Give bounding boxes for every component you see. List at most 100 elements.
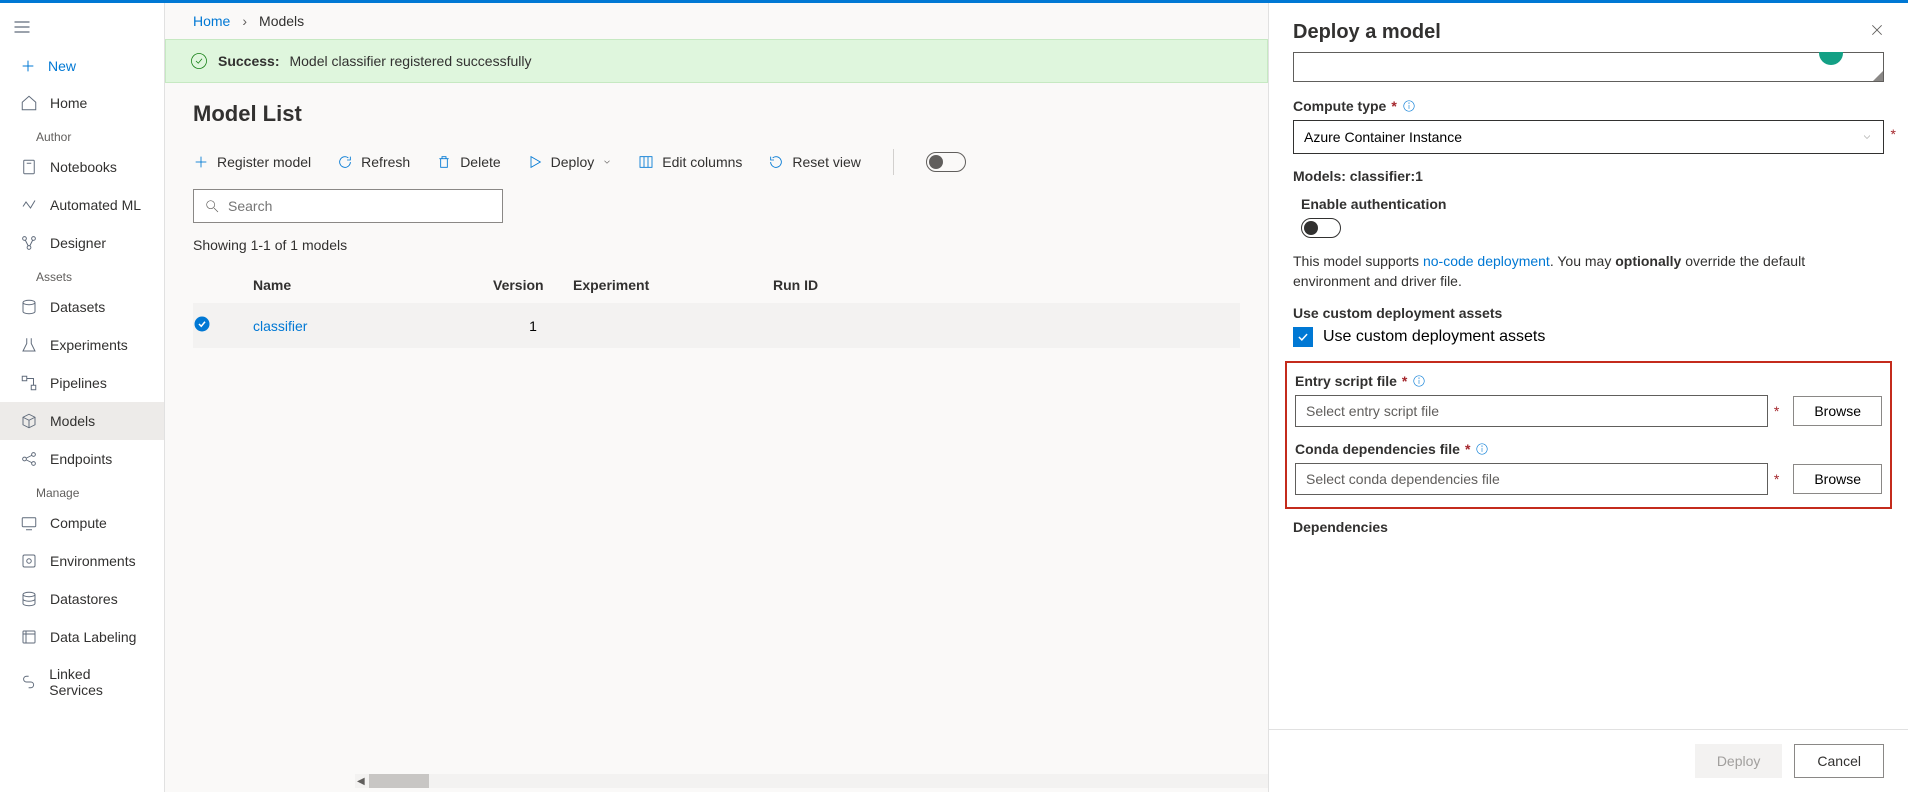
sidebar-item-label: Notebooks (50, 159, 117, 175)
view-toggle[interactable] (926, 152, 966, 172)
tool-label: Refresh (361, 154, 410, 170)
search-input[interactable] (228, 198, 492, 214)
sidebar-item-environments[interactable]: Environments (0, 542, 164, 580)
banner-message: Model classifier registered successfully (289, 53, 531, 69)
browse-conda-button[interactable]: Browse (1793, 464, 1882, 494)
tool-label: Delete (460, 154, 500, 170)
info-icon[interactable] (1402, 99, 1416, 113)
no-code-link[interactable]: no-code deployment (1423, 253, 1550, 269)
banner-label: Success: (218, 53, 279, 69)
col-experiment[interactable]: Experiment (573, 277, 773, 293)
sidebar-item-label: Datastores (50, 591, 118, 607)
compute-type-value: Azure Container Instance (1304, 129, 1462, 145)
required-asterisk: * (1391, 98, 1396, 114)
sidebar-item-label: Data Labeling (50, 629, 136, 645)
sidebar-item-models[interactable]: Models (0, 402, 164, 440)
sidebar-item-automated-ml[interactable]: Automated ML (0, 186, 164, 224)
breadcrumb-current: Models (259, 13, 304, 29)
sidebar-item-compute[interactable]: Compute (0, 504, 164, 542)
enable-auth-toggle[interactable] (1301, 218, 1341, 238)
section-manage: Manage (0, 478, 164, 504)
deploy-submit-button[interactable]: Deploy (1695, 744, 1783, 778)
col-runid[interactable]: Run ID (773, 277, 933, 293)
panel-title: Deploy a model (1293, 21, 1441, 44)
compute-type-label: Compute type (1293, 98, 1386, 114)
success-banner: Success: Model classifier registered suc… (165, 39, 1268, 83)
sidebar-item-label: Datasets (50, 299, 105, 315)
sidebar-item-label: Compute (50, 515, 107, 531)
resize-handle-icon[interactable] (1873, 71, 1883, 81)
breadcrumb: Home › Models (165, 3, 1268, 39)
breadcrumb-home[interactable]: Home (193, 13, 230, 29)
highlighted-section: Entry script file * Select entry script … (1285, 361, 1892, 509)
result-count: Showing 1-1 of 1 models (165, 233, 1268, 267)
sidebar-item-label: Models (50, 413, 95, 429)
row-check-icon[interactable] (193, 315, 253, 336)
sidebar-item-endpoints[interactable]: Endpoints (0, 440, 164, 478)
sidebar-item-home[interactable]: Home (0, 84, 164, 122)
table-row[interactable]: classifier 1 (193, 303, 1240, 348)
sidebar: New Home Author Notebooks Automated ML D… (0, 3, 165, 792)
table-header: Name Version Experiment Run ID (193, 267, 1240, 303)
sidebar-item-label: Pipelines (50, 375, 107, 391)
sidebar-item-pipelines[interactable]: Pipelines (0, 364, 164, 402)
section-author: Author (0, 122, 164, 148)
entry-script-label: Entry script file (1295, 373, 1397, 389)
main-content: Home › Models Success: Model classifier … (165, 3, 1268, 792)
sidebar-item-designer[interactable]: Designer (0, 224, 164, 262)
chevron-down-icon (602, 157, 612, 167)
models-label: Models: classifier:1 (1293, 168, 1423, 184)
info-icon[interactable] (1475, 442, 1489, 456)
tool-label: Reset view (792, 154, 860, 170)
deploy-panel: Deploy a model Compute type * Azure Cont… (1268, 3, 1908, 792)
conda-file-input[interactable]: Select conda dependencies file (1295, 463, 1768, 495)
reset-view-button[interactable]: Reset view (768, 154, 860, 170)
sidebar-item-label: Designer (50, 235, 106, 251)
sidebar-item-label: Home (50, 95, 87, 111)
custom-assets-checkbox[interactable] (1293, 327, 1313, 347)
search-box[interactable] (193, 189, 503, 223)
required-asterisk: * (1465, 441, 1470, 457)
status-badge-icon (1819, 52, 1843, 65)
sidebar-item-label: Experiments (50, 337, 128, 353)
col-version[interactable]: Version (493, 277, 573, 293)
compute-type-select[interactable]: Azure Container Instance (1293, 120, 1884, 154)
model-version: 1 (493, 318, 573, 334)
info-icon[interactable] (1412, 374, 1426, 388)
sidebar-item-experiments[interactable]: Experiments (0, 326, 164, 364)
sidebar-item-notebooks[interactable]: Notebooks (0, 148, 164, 186)
success-icon (190, 52, 208, 70)
required-asterisk: * (1774, 471, 1779, 487)
edit-columns-button[interactable]: Edit columns (638, 154, 742, 170)
sidebar-item-datasets[interactable]: Datasets (0, 288, 164, 326)
deploy-button[interactable]: Deploy (527, 154, 613, 170)
breadcrumb-separator: › (242, 13, 247, 29)
tool-label: Edit columns (662, 154, 742, 170)
sidebar-item-linked-services[interactable]: Linked Services (0, 656, 164, 708)
custom-assets-check-label: Use custom deployment assets (1323, 328, 1545, 346)
page-title: Model List (165, 93, 1268, 141)
horizontal-scrollbar[interactable]: ◀ (355, 774, 1268, 788)
close-button[interactable] (1870, 23, 1884, 42)
toolbar-divider (893, 149, 894, 175)
new-label: New (48, 58, 76, 74)
register-model-button[interactable]: Register model (193, 154, 311, 170)
required-asterisk: * (1402, 373, 1407, 389)
sidebar-item-datastores[interactable]: Datastores (0, 580, 164, 618)
hamburger-menu[interactable] (0, 11, 164, 48)
cancel-button[interactable]: Cancel (1794, 744, 1884, 778)
name-input-area[interactable] (1293, 52, 1884, 82)
delete-button[interactable]: Delete (436, 154, 500, 170)
description-text: This model supports no-code deployment. … (1293, 252, 1884, 291)
refresh-button[interactable]: Refresh (337, 154, 410, 170)
conda-label: Conda dependencies file (1295, 441, 1460, 457)
search-icon (204, 198, 220, 214)
sidebar-item-label: Endpoints (50, 451, 112, 467)
col-name[interactable]: Name (253, 277, 493, 293)
required-asterisk: * (1891, 126, 1896, 142)
browse-entry-script-button[interactable]: Browse (1793, 396, 1882, 426)
sidebar-item-data-labeling[interactable]: Data Labeling (0, 618, 164, 656)
entry-script-input[interactable]: Select entry script file (1295, 395, 1768, 427)
new-button[interactable]: New (0, 48, 164, 84)
panel-footer: Deploy Cancel (1269, 729, 1908, 792)
